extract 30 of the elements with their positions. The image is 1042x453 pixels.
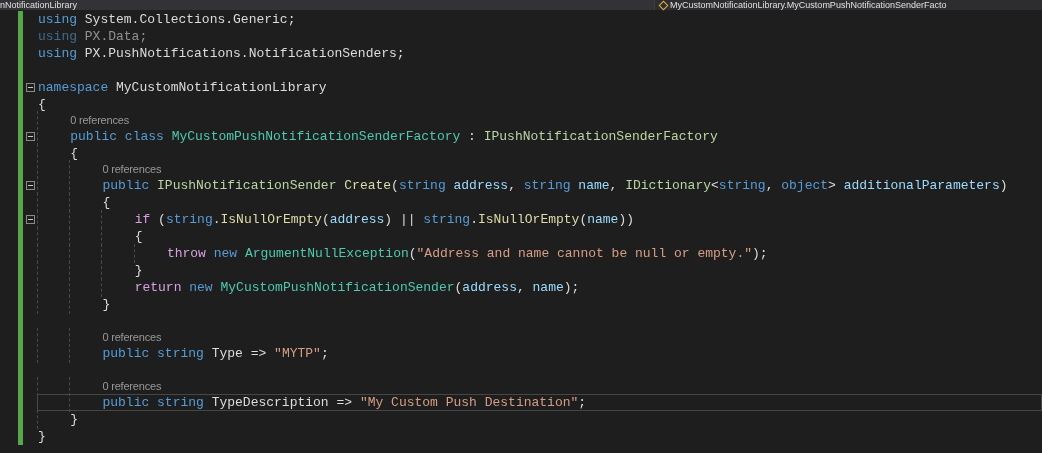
reference-count[interactable]: 0 references xyxy=(70,113,129,128)
code-line: } xyxy=(102,296,111,313)
code-line: public string TypeDescription => "My Custom Push Destination"; xyxy=(102,394,587,411)
code-line: throw new ArgumentNullException("Address and name cannot be null or empty."); xyxy=(166,245,768,262)
code-line: return new MyCustomPushNotificationSender(address, name); xyxy=(134,279,580,296)
fold-toggle[interactable] xyxy=(25,132,35,141)
member-dropdown[interactable]: MyCustomNotificationLibrary.MyCustomPushNotificationSenderFacto xyxy=(670,0,947,10)
fold-toggle[interactable] xyxy=(25,181,35,190)
reference-count[interactable]: 0 references xyxy=(102,379,162,394)
class-icon xyxy=(658,0,669,10)
fold-toggle[interactable] xyxy=(25,83,35,92)
project-dropdown[interactable]: nNotificationLibrary xyxy=(0,0,655,10)
code-line: { xyxy=(38,96,46,113)
code-line: using PX.PushNotifications.NotificationSenders; xyxy=(38,45,405,62)
code-line: } xyxy=(70,411,79,428)
reference-count[interactable]: 0 references xyxy=(102,330,162,345)
code-line: if (string.IsNullOrEmpty(address) || string.IsNullOrEmpty(name)) xyxy=(134,211,635,228)
code-line: using PX.Data; xyxy=(38,28,148,45)
code-line: { xyxy=(70,145,79,162)
code-line: public IPushNotificationSender Create(string address, string name, IDictionary<string, object> additionalParameters) xyxy=(102,177,1008,194)
code-line: public string Type => "MYTP"; xyxy=(102,345,329,362)
code-line: { xyxy=(102,194,111,211)
reference-count[interactable]: 0 references xyxy=(102,162,162,177)
code-line: public class MyCustomPushNotificationSenderFactory : IPushNotificationSenderFactory xyxy=(70,128,718,145)
code-line: } xyxy=(38,428,46,445)
code-line: namespace MyCustomNotificationLibrary xyxy=(38,79,327,96)
code-line: } xyxy=(134,262,143,279)
code-line: using System.Collections.Generic; xyxy=(38,11,296,28)
fold-toggle[interactable] xyxy=(25,215,35,224)
code-line: { xyxy=(134,228,143,245)
